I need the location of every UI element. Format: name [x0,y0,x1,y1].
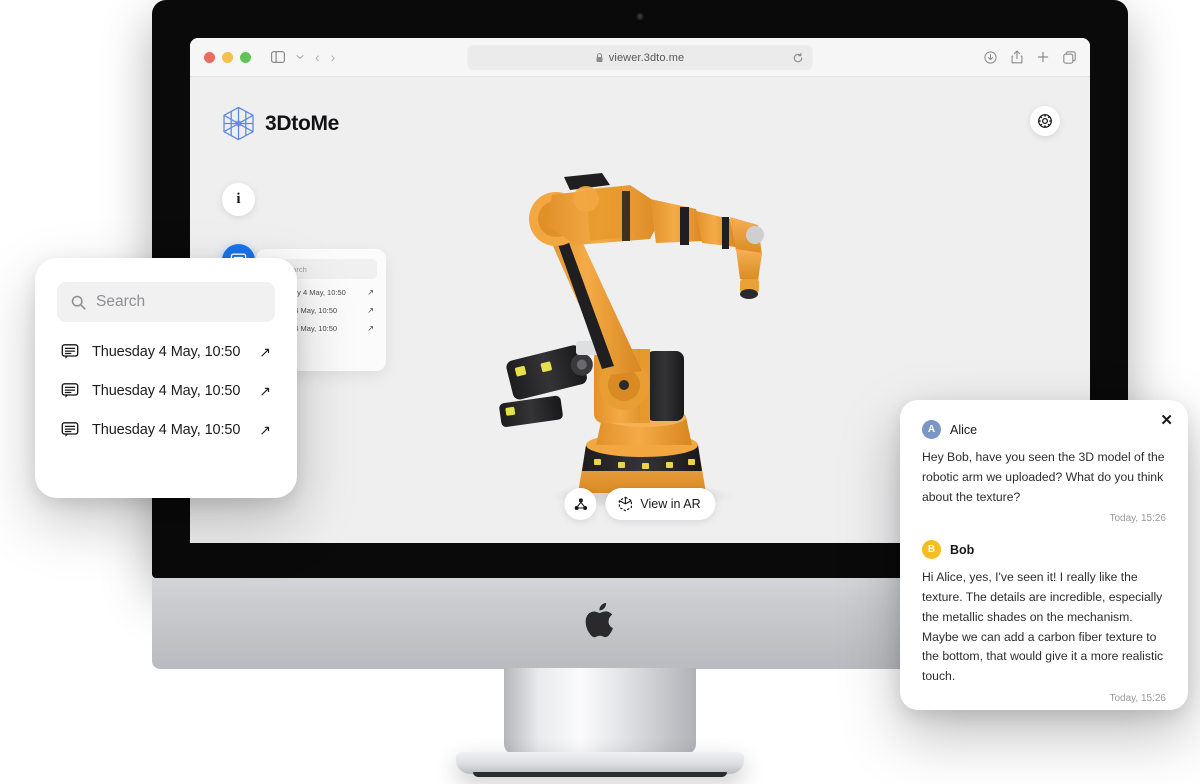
result-label: Thuesday 4 May, 10:50 [92,422,241,438]
open-arrow-icon: ↗ [367,288,374,297]
viewer-toolbar: View in AR [564,488,716,520]
open-arrow-icon[interactable]: ↗ [259,383,271,400]
chat-message: B Bob Hi Alice, yes, I've seen it! I rea… [922,540,1166,704]
share-nodes-icon [573,497,588,512]
info-button[interactable]: i [222,183,255,216]
chat-message: A Alice Hey Bob, have you seen the 3D mo… [922,420,1166,524]
new-tab-icon[interactable] [1037,51,1049,63]
address-bar[interactable]: viewer.3dto.me [467,45,813,70]
back-icon[interactable]: ‹ [315,50,320,64]
chevron-down-icon[interactable] [296,54,304,60]
open-arrow-icon: ↗ [367,306,374,315]
chat-panel: ✕ A Alice Hey Bob, have you seen the 3D … [900,400,1188,710]
chat-author-name: Bob [950,542,975,557]
download-icon[interactable] [984,50,997,64]
gear-icon [1037,113,1053,129]
share-model-button[interactable] [564,488,597,520]
avatar: A [922,420,941,439]
search-placeholder: Search [96,293,146,310]
result-label: Thuesday 4 May, 10:50 [92,344,241,360]
url-text: viewer.3dto.me [608,51,685,64]
chat-bubble-icon [61,343,79,361]
zoom-window-button[interactable] [240,51,251,63]
info-label: i [236,191,241,207]
open-arrow-icon[interactable]: ↗ [259,422,271,439]
search-input[interactable]: Search [57,282,275,322]
forward-icon[interactable]: › [331,50,336,64]
view-in-ar-label: View in AR [640,497,701,511]
list-item[interactable]: Thuesday 4 May, 10:50 ↗ [57,421,275,439]
screenshot-root: ‹ › viewer.3dto.me 3DtoMe i Search Thues… [0,0,1200,784]
close-window-button[interactable] [204,51,215,63]
browser-toolbar: ‹ › viewer.3dto.me [190,38,1090,77]
settings-button[interactable] [1030,106,1060,136]
avatar: B [922,540,941,560]
brand: 3DtoMe [222,106,339,141]
open-arrow-icon: ↗ [367,324,374,333]
open-arrow-icon[interactable]: ↗ [259,344,271,361]
share-icon[interactable] [1011,50,1023,64]
monitor-stand-base [456,752,744,777]
lock-icon [596,52,604,63]
chat-bubble-icon [61,421,79,439]
list-item[interactable]: Thuesday 4 May, 10:50 ↗ [57,382,275,400]
webcam-dot [636,13,644,20]
chat-message-header: A Alice [922,420,1166,439]
conversation-search-card: Search Thuesday 4 May, 10:50 ↗ Thuesday … [35,258,297,498]
result-label: Thuesday 4 May, 10:50 [92,383,241,399]
reload-icon[interactable] [793,52,804,63]
cube-wireframe-icon [222,106,255,141]
chat-timestamp: Today, 15:26 [1109,513,1166,525]
browser-toolbar-right [984,50,1076,64]
chat-message-text: Hi Alice, yes, I've seen it! I really li… [922,570,1164,684]
apple-logo [583,600,617,640]
view-in-ar-button[interactable]: View in AR [605,488,716,520]
chat-message-header: B Bob [922,540,1166,560]
close-icon[interactable]: ✕ [1160,413,1173,428]
sidebar-icon[interactable] [271,51,285,63]
minimize-window-button[interactable] [222,51,233,63]
window-controls[interactable] [204,51,251,63]
search-icon [71,295,86,310]
chat-timestamp: Today, 15:26 [1109,692,1166,704]
chat-author-name: Alice [950,422,978,437]
ar-cube-icon [617,496,633,512]
chat-bubble-icon [61,382,79,400]
tab-overview-icon[interactable] [1063,50,1076,64]
list-item[interactable]: Thuesday 4 May, 10:50 ↗ [57,343,275,361]
robotic-arm-model[interactable] [490,163,790,513]
chat-message-text: Hey Bob, have you seen the 3D model of t… [922,450,1165,504]
brand-name: 3DtoMe [265,111,340,135]
monitor-stand-neck [504,668,696,754]
